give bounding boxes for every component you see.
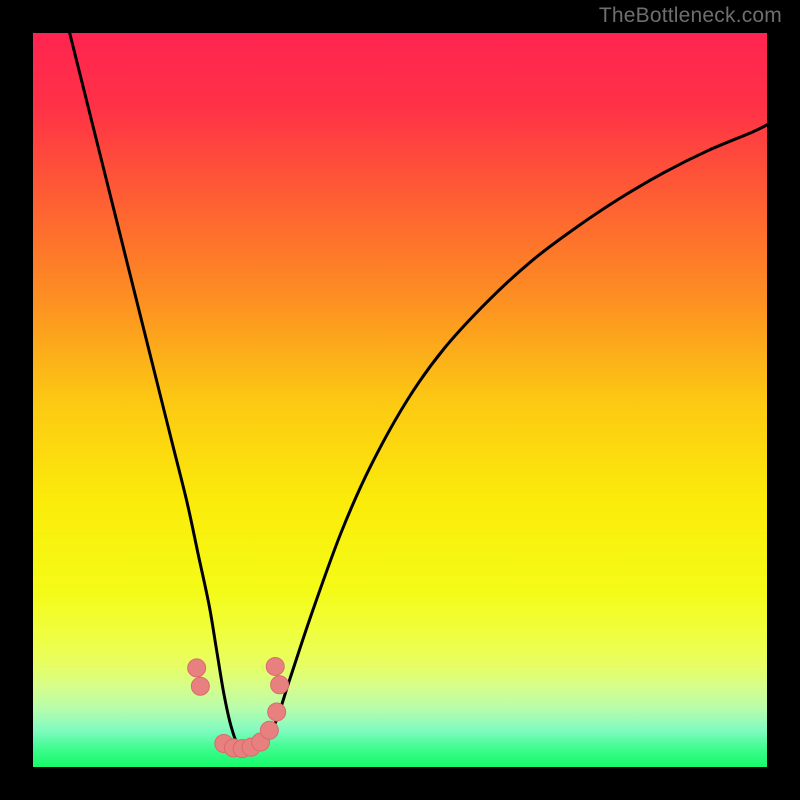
data-marker [191,677,209,695]
data-marker [266,657,284,675]
plot-area [33,33,767,767]
data-marker [188,659,206,677]
chart-frame: TheBottleneck.com [0,0,800,800]
watermark-text: TheBottleneck.com [599,4,782,28]
data-marker [260,721,278,739]
bottleneck-curve [70,33,767,749]
data-markers [188,657,289,757]
curve-layer [33,33,767,767]
data-marker [271,676,289,694]
data-marker [268,703,286,721]
